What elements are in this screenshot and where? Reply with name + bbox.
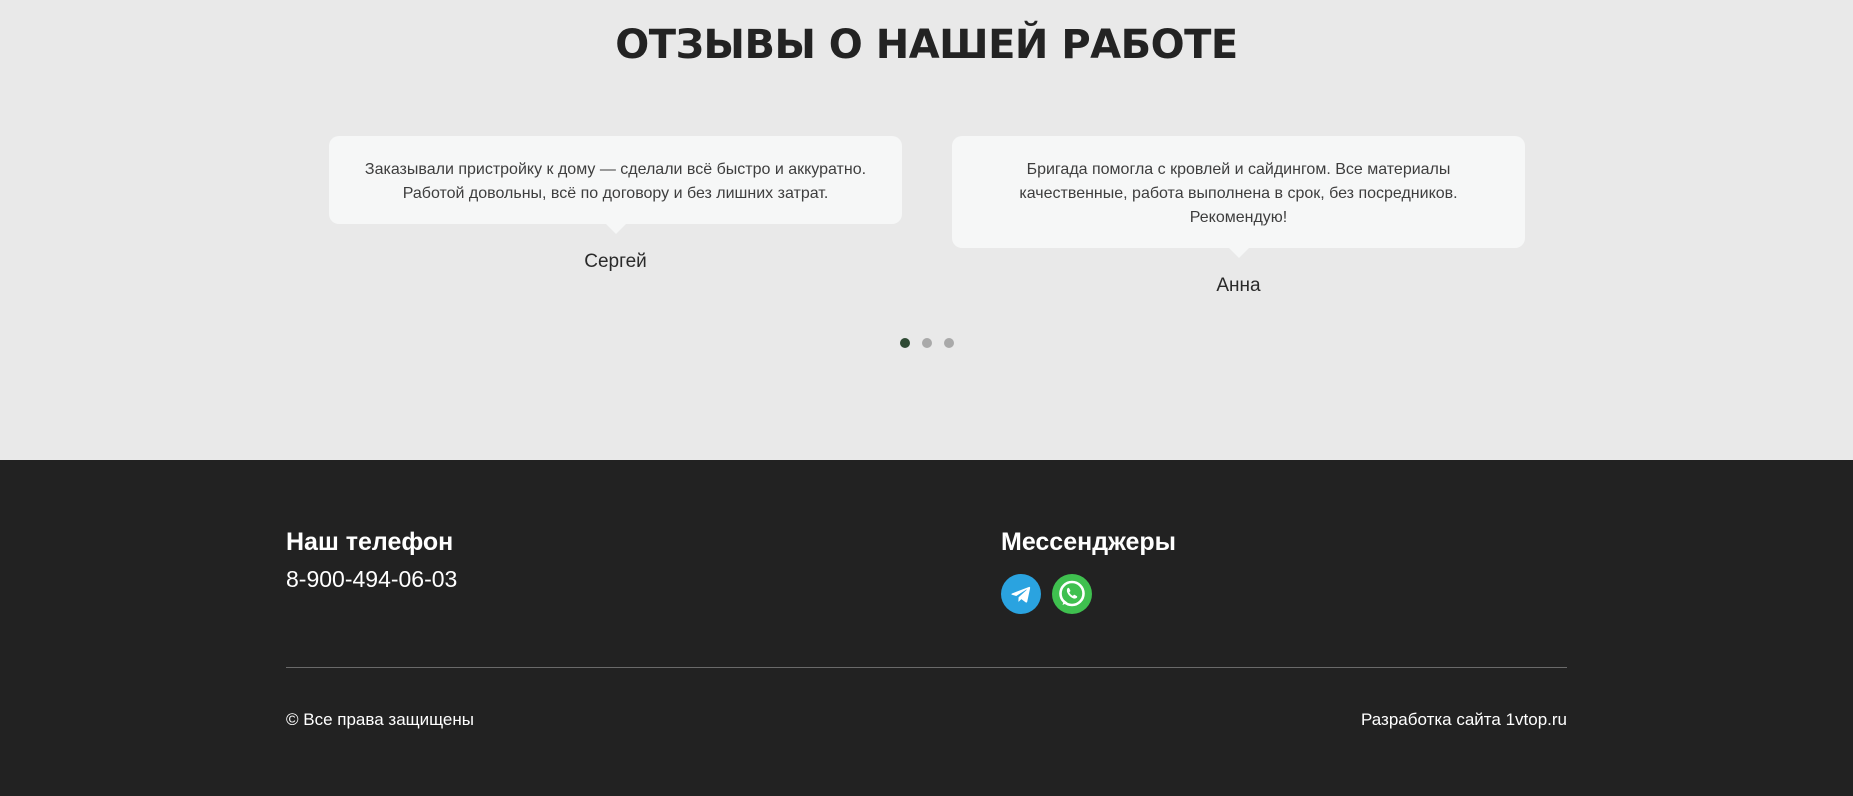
reviews-section: ОТЗЫВЫ О НАШЕЙ РАБОТЕ Заказывали пристро…: [0, 0, 1853, 460]
whatsapp-icon[interactable]: [1052, 574, 1092, 614]
slider-dot-2[interactable]: [921, 338, 932, 348]
review-text: Бригада помогла с кровлей и сайдингом. В…: [952, 136, 1525, 258]
review-author: Анна: [1216, 275, 1261, 296]
messengers-block: Мессенджеры: [1001, 526, 1176, 614]
messengers-heading: Мессенджеры: [1001, 528, 1176, 556]
footer-divider: [286, 667, 1567, 668]
phone-block: Наш телефон 8-900-494-06-03: [286, 526, 457, 594]
phone-link[interactable]: 8-900-494-06-03: [286, 564, 457, 594]
reviews-title: ОТЗЫВЫ О НАШЕЙ РАБОТЕ: [615, 22, 1238, 68]
phone-heading: Наш телефон: [286, 528, 454, 556]
review-author: Сергей: [584, 251, 647, 272]
slider-dot-1[interactable]: [899, 338, 910, 348]
site-footer: Наш телефон 8-900-494-06-03 Мессенджеры …: [0, 460, 1853, 796]
slider-dot-3[interactable]: [943, 338, 954, 348]
review-card: Бригада помогла с кровлей и сайдингом. В…: [952, 136, 1525, 297]
copyright-text: © Все права защищены: [286, 710, 474, 729]
telegram-icon[interactable]: [1001, 574, 1041, 614]
review-card: Заказывали пристройку к дому — сделали в…: [329, 136, 902, 273]
developer-link[interactable]: Разработка сайта 1vtop.ru: [1361, 709, 1567, 731]
messenger-links: [1001, 574, 1176, 614]
review-text: Заказывали пристройку к дому — сделали в…: [329, 136, 902, 234]
slider-pagination: [0, 338, 1853, 348]
